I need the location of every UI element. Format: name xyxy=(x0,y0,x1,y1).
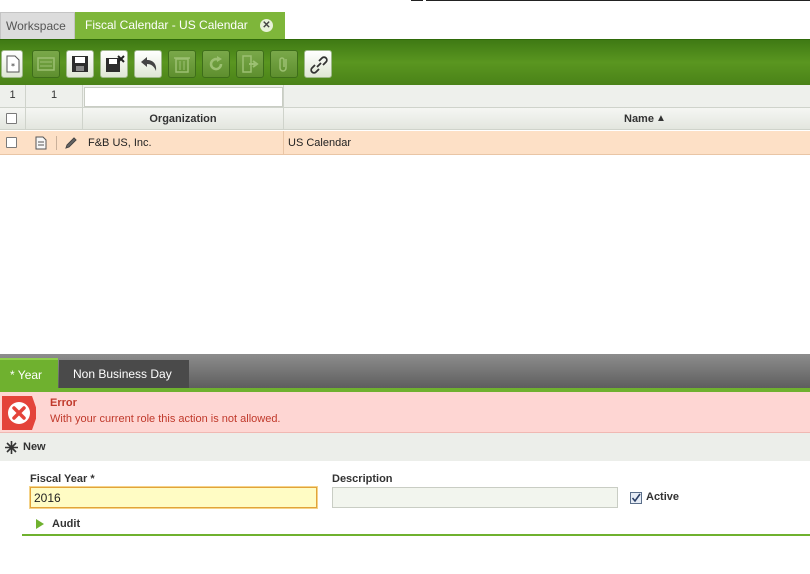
name-column-label: Name xyxy=(624,113,654,125)
grid-summary-row: 1 1 xyxy=(0,85,810,108)
attachment-icon xyxy=(279,57,287,72)
edit-pencil-icon[interactable] xyxy=(64,136,78,150)
attachment-button[interactable] xyxy=(270,50,298,78)
save-close-icon xyxy=(106,55,125,72)
audit-section-label[interactable]: Audit xyxy=(52,518,80,530)
error-message-bar: Error With your current role this action… xyxy=(0,392,810,433)
description-label: Description xyxy=(332,473,393,485)
name-column-header[interactable]: Name ▲ xyxy=(284,108,810,130)
error-icon xyxy=(2,396,36,430)
audit-expand-icon[interactable] xyxy=(36,519,44,529)
toolbar: * xyxy=(0,39,810,85)
error-title: Error xyxy=(50,397,77,409)
save-icon xyxy=(72,56,88,72)
table-row[interactable]: F&B US, Inc. US Calendar xyxy=(0,131,810,155)
sort-ascending-icon: ▲ xyxy=(656,113,666,124)
row-select-checkbox[interactable] xyxy=(6,137,17,148)
grid-header: Organization Name ▲ xyxy=(0,108,810,130)
description-input[interactable] xyxy=(332,487,618,508)
undo-icon xyxy=(141,57,157,71)
new-record-bar: New xyxy=(0,433,810,461)
tab-year[interactable]: * Year xyxy=(0,358,58,388)
select-all-checkbox[interactable] xyxy=(6,113,17,124)
row-cell-divider xyxy=(283,131,284,155)
delete-button[interactable] xyxy=(168,50,196,78)
new-record-label: New xyxy=(23,441,46,453)
delete-icon xyxy=(174,57,190,73)
export-icon xyxy=(242,55,259,73)
child-tab-bar: * Year Non Business Day xyxy=(0,354,810,388)
checkmark-icon xyxy=(631,493,641,503)
selected-count: 1 xyxy=(26,85,83,108)
open-record-icon[interactable] xyxy=(35,136,47,150)
close-tab-icon[interactable]: ✕ xyxy=(260,19,273,32)
row-count: 1 xyxy=(0,85,26,108)
link-button[interactable] xyxy=(304,50,332,78)
row-organization: F&B US, Inc. xyxy=(88,137,152,149)
top-decoration xyxy=(411,0,810,2)
form-view-button[interactable] xyxy=(32,50,60,78)
top-tab-bar: Workspace Fiscal Calendar - US Calendar … xyxy=(0,0,810,39)
select-all-cell xyxy=(0,108,26,130)
new-document-button[interactable]: * xyxy=(1,50,23,78)
organization-column-header[interactable]: Organization xyxy=(83,108,284,130)
audit-divider xyxy=(22,534,810,536)
row-name: US Calendar xyxy=(288,137,351,149)
refresh-icon xyxy=(209,56,223,71)
tab-non-business-day[interactable]: Non Business Day xyxy=(59,360,189,388)
tab-fiscal-calendar-label: Fiscal Calendar - US Calendar xyxy=(85,18,248,32)
undo-button[interactable] xyxy=(134,50,162,78)
save-button[interactable] xyxy=(66,50,94,78)
link-icon xyxy=(310,56,328,74)
grid-filter-input[interactable] xyxy=(84,87,283,107)
fiscal-year-input[interactable] xyxy=(30,487,317,508)
error-message: With your current role this action is no… xyxy=(50,413,281,425)
refresh-button[interactable] xyxy=(202,50,230,78)
export-button[interactable] xyxy=(236,50,264,78)
active-label: Active xyxy=(646,491,680,503)
form-view-icon xyxy=(37,57,55,71)
actions-header xyxy=(26,108,83,130)
svg-text:*: * xyxy=(11,62,15,71)
row-action-divider xyxy=(56,136,57,150)
tab-fiscal-calendar[interactable]: Fiscal Calendar - US Calendar ✕ xyxy=(75,12,285,39)
tab-workspace[interactable]: Workspace xyxy=(0,12,75,39)
year-form: Fiscal Year * Description Active Audit xyxy=(0,461,810,574)
active-checkbox[interactable] xyxy=(630,492,642,504)
new-document-icon: * xyxy=(6,55,20,73)
new-asterisk-icon xyxy=(5,441,18,454)
fiscal-year-label: Fiscal Year * xyxy=(30,473,95,485)
save-close-button[interactable] xyxy=(100,50,128,78)
grid-filter-divider xyxy=(283,85,284,108)
